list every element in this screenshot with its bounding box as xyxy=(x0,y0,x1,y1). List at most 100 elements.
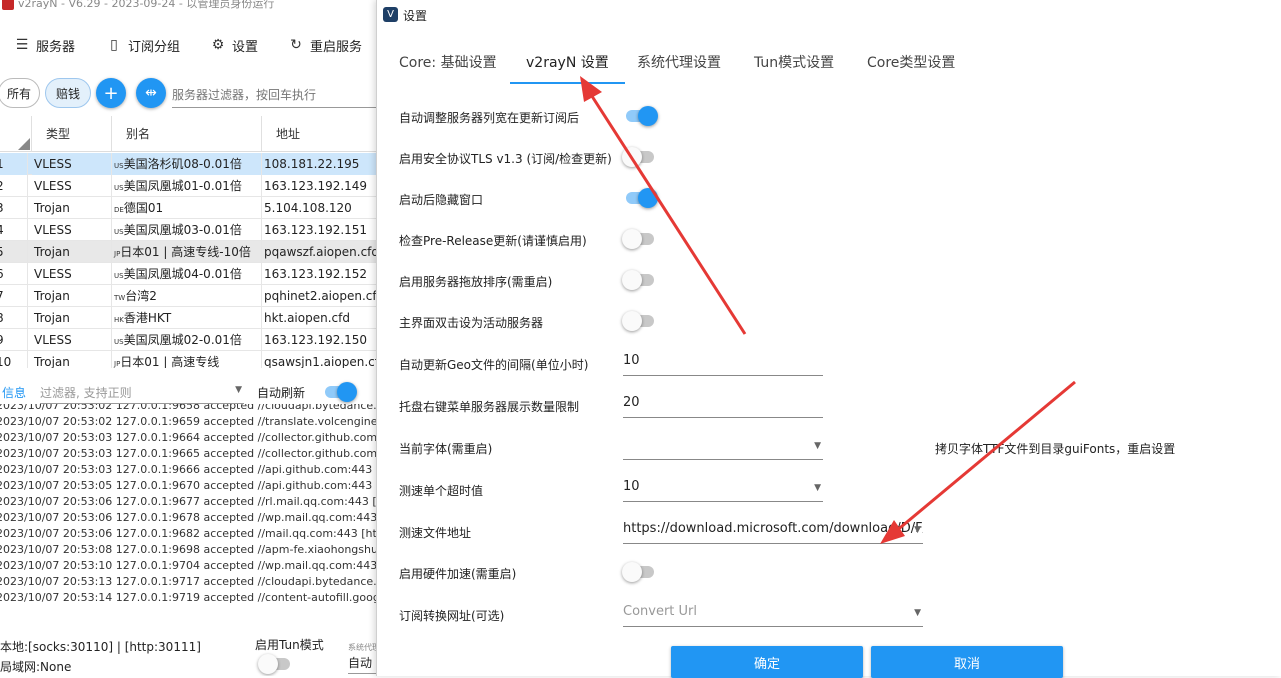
hw-accel-toggle[interactable] xyxy=(622,562,654,582)
tun-mode-toggle[interactable] xyxy=(258,654,290,674)
row-type: VLESS xyxy=(32,263,112,285)
server-row[interactable]: 3TrojanDE德国015.104.108.120 xyxy=(0,197,380,219)
alias-text: 香港HKT xyxy=(123,311,172,325)
row-type: Trojan xyxy=(32,307,112,329)
server-row[interactable]: 6VLESSUS美国凤凰城04-0.01倍163.123.192.152 xyxy=(0,263,380,285)
row-type: Trojan xyxy=(32,285,112,307)
geo-interval-label: 自动更新Geo文件的间隔(单位小时) xyxy=(399,358,589,372)
column-header-alias[interactable]: 别名 xyxy=(112,116,262,152)
speed-url-value: https://download.microsoft.com/download/… xyxy=(623,521,923,536)
log-line: 2023/10/07 20:53:06 127.0.0.1:9682 accep… xyxy=(0,527,380,540)
server-row[interactable]: 8TrojanHK香港HKThkt.aiopen.cfd xyxy=(0,307,380,329)
speed-timeout-value: 10 xyxy=(623,479,640,494)
row-type: VLESS xyxy=(32,329,112,351)
move-group-button[interactable]: ⇹ xyxy=(136,78,166,108)
row-number: 10 xyxy=(0,351,28,368)
log-toolbar: 信息 过滤器, 支持正则 ▼ 自动刷新 xyxy=(0,376,380,406)
speed-timeout-select[interactable]: 10 ▼ xyxy=(623,474,823,502)
log-output: 2023/10/07 20:53:02 127.0.0.1:9658 accep… xyxy=(0,404,380,608)
sysproxy-value: 自动 xyxy=(348,656,373,670)
drag-sort-toggle[interactable] xyxy=(622,270,654,290)
group-chip-all[interactable]: 所有 xyxy=(0,78,40,108)
convert-url-placeholder: Convert Url xyxy=(623,604,698,619)
country-code: US xyxy=(114,184,124,192)
cancel-button-label: 取消 xyxy=(953,656,980,672)
settings-menu[interactable]: ⚙ 设置 xyxy=(210,30,258,60)
group-chip-selected[interactable]: 赔钱 xyxy=(45,78,91,108)
column-header-address[interactable]: 地址 xyxy=(262,116,380,152)
column-header-type[interactable]: 类型 xyxy=(32,116,112,152)
log-filter-combo[interactable]: 过滤器, 支持正则 ▼ xyxy=(40,380,244,404)
convert-url-select[interactable]: Convert Url ▼ xyxy=(623,599,923,627)
tun-mode-label: 启用Tun模式 xyxy=(255,638,324,652)
alias-text: 日本01 | 高速专线-10倍 xyxy=(120,245,251,259)
row-alias: TW台湾2 xyxy=(112,285,262,307)
log-line: 2023/10/07 20:53:06 127.0.0.1:9677 accep… xyxy=(0,495,380,508)
servers-menu[interactable]: ☰ 服务器 xyxy=(14,30,75,60)
convert-url-label: 订阅转换网址(可选) xyxy=(399,609,505,623)
log-tab-info[interactable]: 信息 xyxy=(2,384,26,401)
geo-interval-input[interactable]: 10 xyxy=(623,348,823,376)
log-line: 2023/10/07 20:53:03 127.0.0.1:9666 accep… xyxy=(0,463,380,476)
dblclick-active-label: 主界面双击设为活动服务器 xyxy=(399,316,544,330)
tab-core-basic[interactable]: Core: 基础设置 xyxy=(399,44,497,84)
font-hint: 拷贝字体TTF文件到目录guiFonts，重启设置 xyxy=(935,442,1176,456)
row-alias: US美国洛杉矶08-0.01倍 xyxy=(112,153,262,175)
group-chip-all-label: 所有 xyxy=(6,86,31,101)
row-address: pqhinet2.aiopen.cfd xyxy=(264,289,380,303)
speed-url-select[interactable]: https://download.microsoft.com/download/… xyxy=(623,516,923,544)
security-tls13-toggle[interactable] xyxy=(622,147,654,167)
tray-limit-input[interactable]: 20 xyxy=(623,390,823,418)
row-number: 9 xyxy=(0,329,28,351)
server-row[interactable]: 10TrojanJP日本01 | 高速专线qsawsjn1.aiopen.cfd xyxy=(0,351,380,368)
chevron-down-icon: ▼ xyxy=(235,385,242,395)
cancel-button[interactable]: 取消 xyxy=(871,646,1063,678)
chevron-down-icon: ▼ xyxy=(914,525,921,535)
main-toolbar: ☰ 服务器 ▯ 订阅分组 ⚙ 设置 ↻ 重启服务 xyxy=(0,30,380,60)
row-alias: JP日本01 | 高速专线-10倍 xyxy=(112,241,262,263)
security-tls13-label: 启用安全协议TLS v1.3 (订阅/检查更新) xyxy=(399,152,612,166)
drag-sort-label: 启用服务器拖放排序(需重启) xyxy=(399,275,553,289)
server-row[interactable]: 9VLESSUS美国凤凰城02-0.01倍163.123.192.150 xyxy=(0,329,380,351)
subscriptions-menu[interactable]: ▯ 订阅分组 xyxy=(106,30,180,60)
server-row[interactable]: 4VLESSUS美国凤凰城03-0.01倍163.123.192.151 xyxy=(0,219,380,241)
ok-button[interactable]: 确定 xyxy=(671,646,863,678)
tab-system-proxy[interactable]: 系统代理设置 xyxy=(637,44,721,84)
dblclick-active-toggle[interactable] xyxy=(622,311,654,331)
server-row[interactable]: 5TrojanJP日本01 | 高速专线-10倍pqawszf.aiopen.c… xyxy=(0,241,380,263)
check-prerelease-toggle[interactable] xyxy=(622,229,654,249)
chevron-down-icon: ▼ xyxy=(914,608,921,618)
row-address: 163.123.192.149 xyxy=(264,179,368,193)
alias-text: 美国洛杉矶08-0.01倍 xyxy=(123,157,242,171)
row-address: 5.104.108.120 xyxy=(264,201,352,215)
server-row[interactable]: 7TrojanTW台湾2pqhinet2.aiopen.cfd xyxy=(0,285,380,307)
server-row[interactable]: 1VLESSUS美国洛杉矶08-0.01倍108.181.22.195 xyxy=(0,153,380,175)
restart-service-button[interactable]: ↻ 重启服务 xyxy=(288,30,362,60)
row-number: 6 xyxy=(0,263,28,285)
auto-adjust-width-toggle[interactable] xyxy=(626,106,658,126)
current-font-select[interactable]: ▼ xyxy=(623,432,823,460)
subscriptions-menu-label: 订阅分组 xyxy=(128,39,181,55)
check-prerelease-label: 检查Pre-Release更新(请谨慎启用) xyxy=(399,234,587,248)
server-filter-input[interactable] xyxy=(172,82,380,108)
country-code: HK xyxy=(114,316,124,324)
alias-text: 台湾2 xyxy=(125,289,157,303)
row-type: VLESS xyxy=(32,153,112,175)
server-grid-header: 类型 别名 地址 xyxy=(0,116,380,152)
tab-core-type[interactable]: Core类型设置 xyxy=(867,44,955,84)
settings-menu-label: 设置 xyxy=(232,39,259,55)
add-group-button[interactable]: + xyxy=(96,78,126,108)
tab-tun-mode[interactable]: Tun模式设置 xyxy=(754,44,834,84)
toggle-knob xyxy=(622,270,642,290)
auto-refresh-toggle[interactable] xyxy=(325,382,357,402)
current-font-label: 当前字体(需重启) xyxy=(399,442,493,456)
toggle-knob xyxy=(622,562,642,582)
tray-limit-value: 20 xyxy=(623,395,640,410)
tab-v2rayn-settings[interactable]: v2rayN 设置 xyxy=(510,44,625,84)
hide-on-start-toggle[interactable] xyxy=(626,188,658,208)
row-alias: DE德国01 xyxy=(112,197,262,219)
status-bar: 本地:[socks:30110] | [http:30111] 局域网:None… xyxy=(0,630,380,676)
row-type: VLESS xyxy=(32,175,112,197)
country-code: US xyxy=(114,162,124,170)
server-row[interactable]: 2VLESSUS美国凤凰城01-0.01倍163.123.192.149 xyxy=(0,175,380,197)
